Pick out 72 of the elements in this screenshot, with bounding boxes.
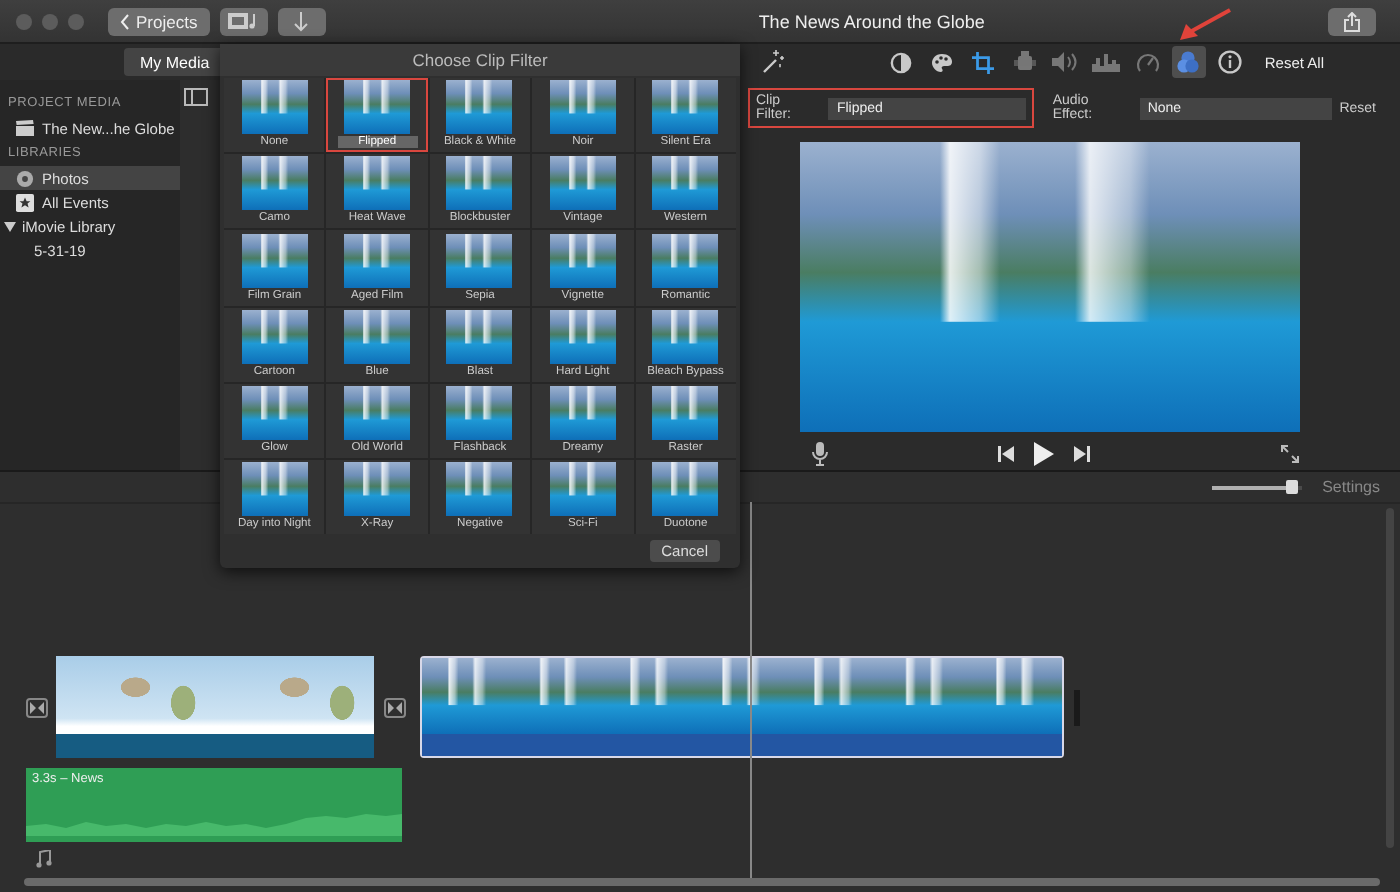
scroll-bar[interactable] bbox=[24, 878, 1380, 886]
skip-forward-icon[interactable] bbox=[1074, 446, 1090, 462]
photo-placeholder bbox=[549, 385, 616, 440]
photo-placeholder bbox=[652, 309, 719, 364]
photo-placeholder bbox=[652, 462, 719, 517]
info-icon bbox=[1217, 50, 1241, 74]
import-button[interactable] bbox=[277, 7, 326, 35]
star-icon bbox=[16, 193, 34, 211]
photo-placeholder bbox=[549, 156, 616, 211]
disclosure-triangle-icon[interactable] bbox=[4, 221, 16, 231]
photo-placeholder bbox=[241, 233, 308, 288]
photo-placeholder bbox=[446, 385, 513, 440]
photo-placeholder bbox=[652, 156, 719, 211]
photo-placeholder bbox=[549, 233, 616, 288]
photo-placeholder bbox=[446, 80, 513, 135]
photo-placeholder bbox=[652, 233, 719, 288]
music-note-icon[interactable] bbox=[36, 850, 52, 868]
chevron-left-icon bbox=[120, 13, 130, 29]
crop-icon bbox=[972, 51, 994, 73]
photo-placeholder bbox=[549, 80, 616, 135]
photo-placeholder bbox=[549, 462, 616, 517]
arrow-annotation bbox=[1176, 8, 1232, 44]
video-camera-icon bbox=[1013, 50, 1035, 74]
speaker-icon bbox=[1052, 52, 1078, 72]
flower-icon bbox=[16, 169, 34, 187]
popover-title: Choose Clip Filter bbox=[220, 44, 740, 76]
tool-button[interactable] bbox=[966, 46, 1000, 78]
photo-placeholder bbox=[446, 309, 513, 364]
tool-button[interactable] bbox=[1171, 46, 1205, 78]
photo-placeholder bbox=[549, 309, 616, 364]
photo-placeholder bbox=[344, 156, 411, 211]
media-button[interactable] bbox=[219, 7, 268, 35]
palette-icon bbox=[930, 51, 954, 73]
photo-placeholder bbox=[344, 385, 411, 440]
projects-button[interactable]: Projects bbox=[108, 7, 210, 35]
window-title: The News Around the Globe bbox=[758, 11, 985, 31]
photo-placeholder bbox=[241, 385, 308, 440]
video-clip[interactable] bbox=[420, 656, 1064, 758]
photo-placeholder bbox=[344, 309, 411, 364]
equalizer-icon bbox=[1092, 52, 1120, 72]
transition-icon[interactable] bbox=[384, 697, 406, 717]
skip-back-icon[interactable] bbox=[998, 446, 1014, 462]
overlapping-circles-icon bbox=[1176, 50, 1200, 74]
transition-icon[interactable] bbox=[26, 697, 48, 717]
photo-placeholder bbox=[241, 156, 308, 211]
settings-button[interactable]: Settings bbox=[1322, 478, 1380, 496]
contrast-icon bbox=[890, 51, 912, 73]
photo-placeholder bbox=[241, 462, 308, 517]
speedometer-icon bbox=[1135, 51, 1159, 73]
play-icon[interactable] bbox=[1034, 442, 1054, 466]
fullscreen-icon[interactable] bbox=[1280, 444, 1300, 464]
film-note-icon bbox=[227, 12, 260, 30]
share-button[interactable] bbox=[1327, 7, 1376, 35]
photo-placeholder bbox=[446, 233, 513, 288]
photo-placeholder bbox=[652, 385, 719, 440]
photo-placeholder bbox=[344, 80, 411, 135]
photo-placeholder bbox=[241, 80, 308, 135]
sidebar-toggle-icon[interactable] bbox=[184, 86, 212, 110]
media-tab[interactable]: My Media bbox=[124, 48, 226, 76]
photo-placeholder bbox=[446, 156, 513, 211]
microphone-icon[interactable] bbox=[812, 442, 828, 466]
share-icon bbox=[1343, 11, 1360, 31]
photo-placeholder bbox=[344, 233, 411, 288]
tool-button[interactable] bbox=[1212, 46, 1246, 78]
map-clip[interactable] bbox=[56, 656, 374, 758]
photo-placeholder bbox=[241, 309, 308, 364]
down-arrow-icon bbox=[294, 11, 309, 31]
photo-placeholder bbox=[446, 462, 513, 517]
magic-wand-icon[interactable] bbox=[760, 50, 784, 74]
photo-placeholder bbox=[344, 462, 411, 517]
photo-placeholder bbox=[652, 80, 719, 135]
clapperboard-icon bbox=[16, 120, 34, 136]
